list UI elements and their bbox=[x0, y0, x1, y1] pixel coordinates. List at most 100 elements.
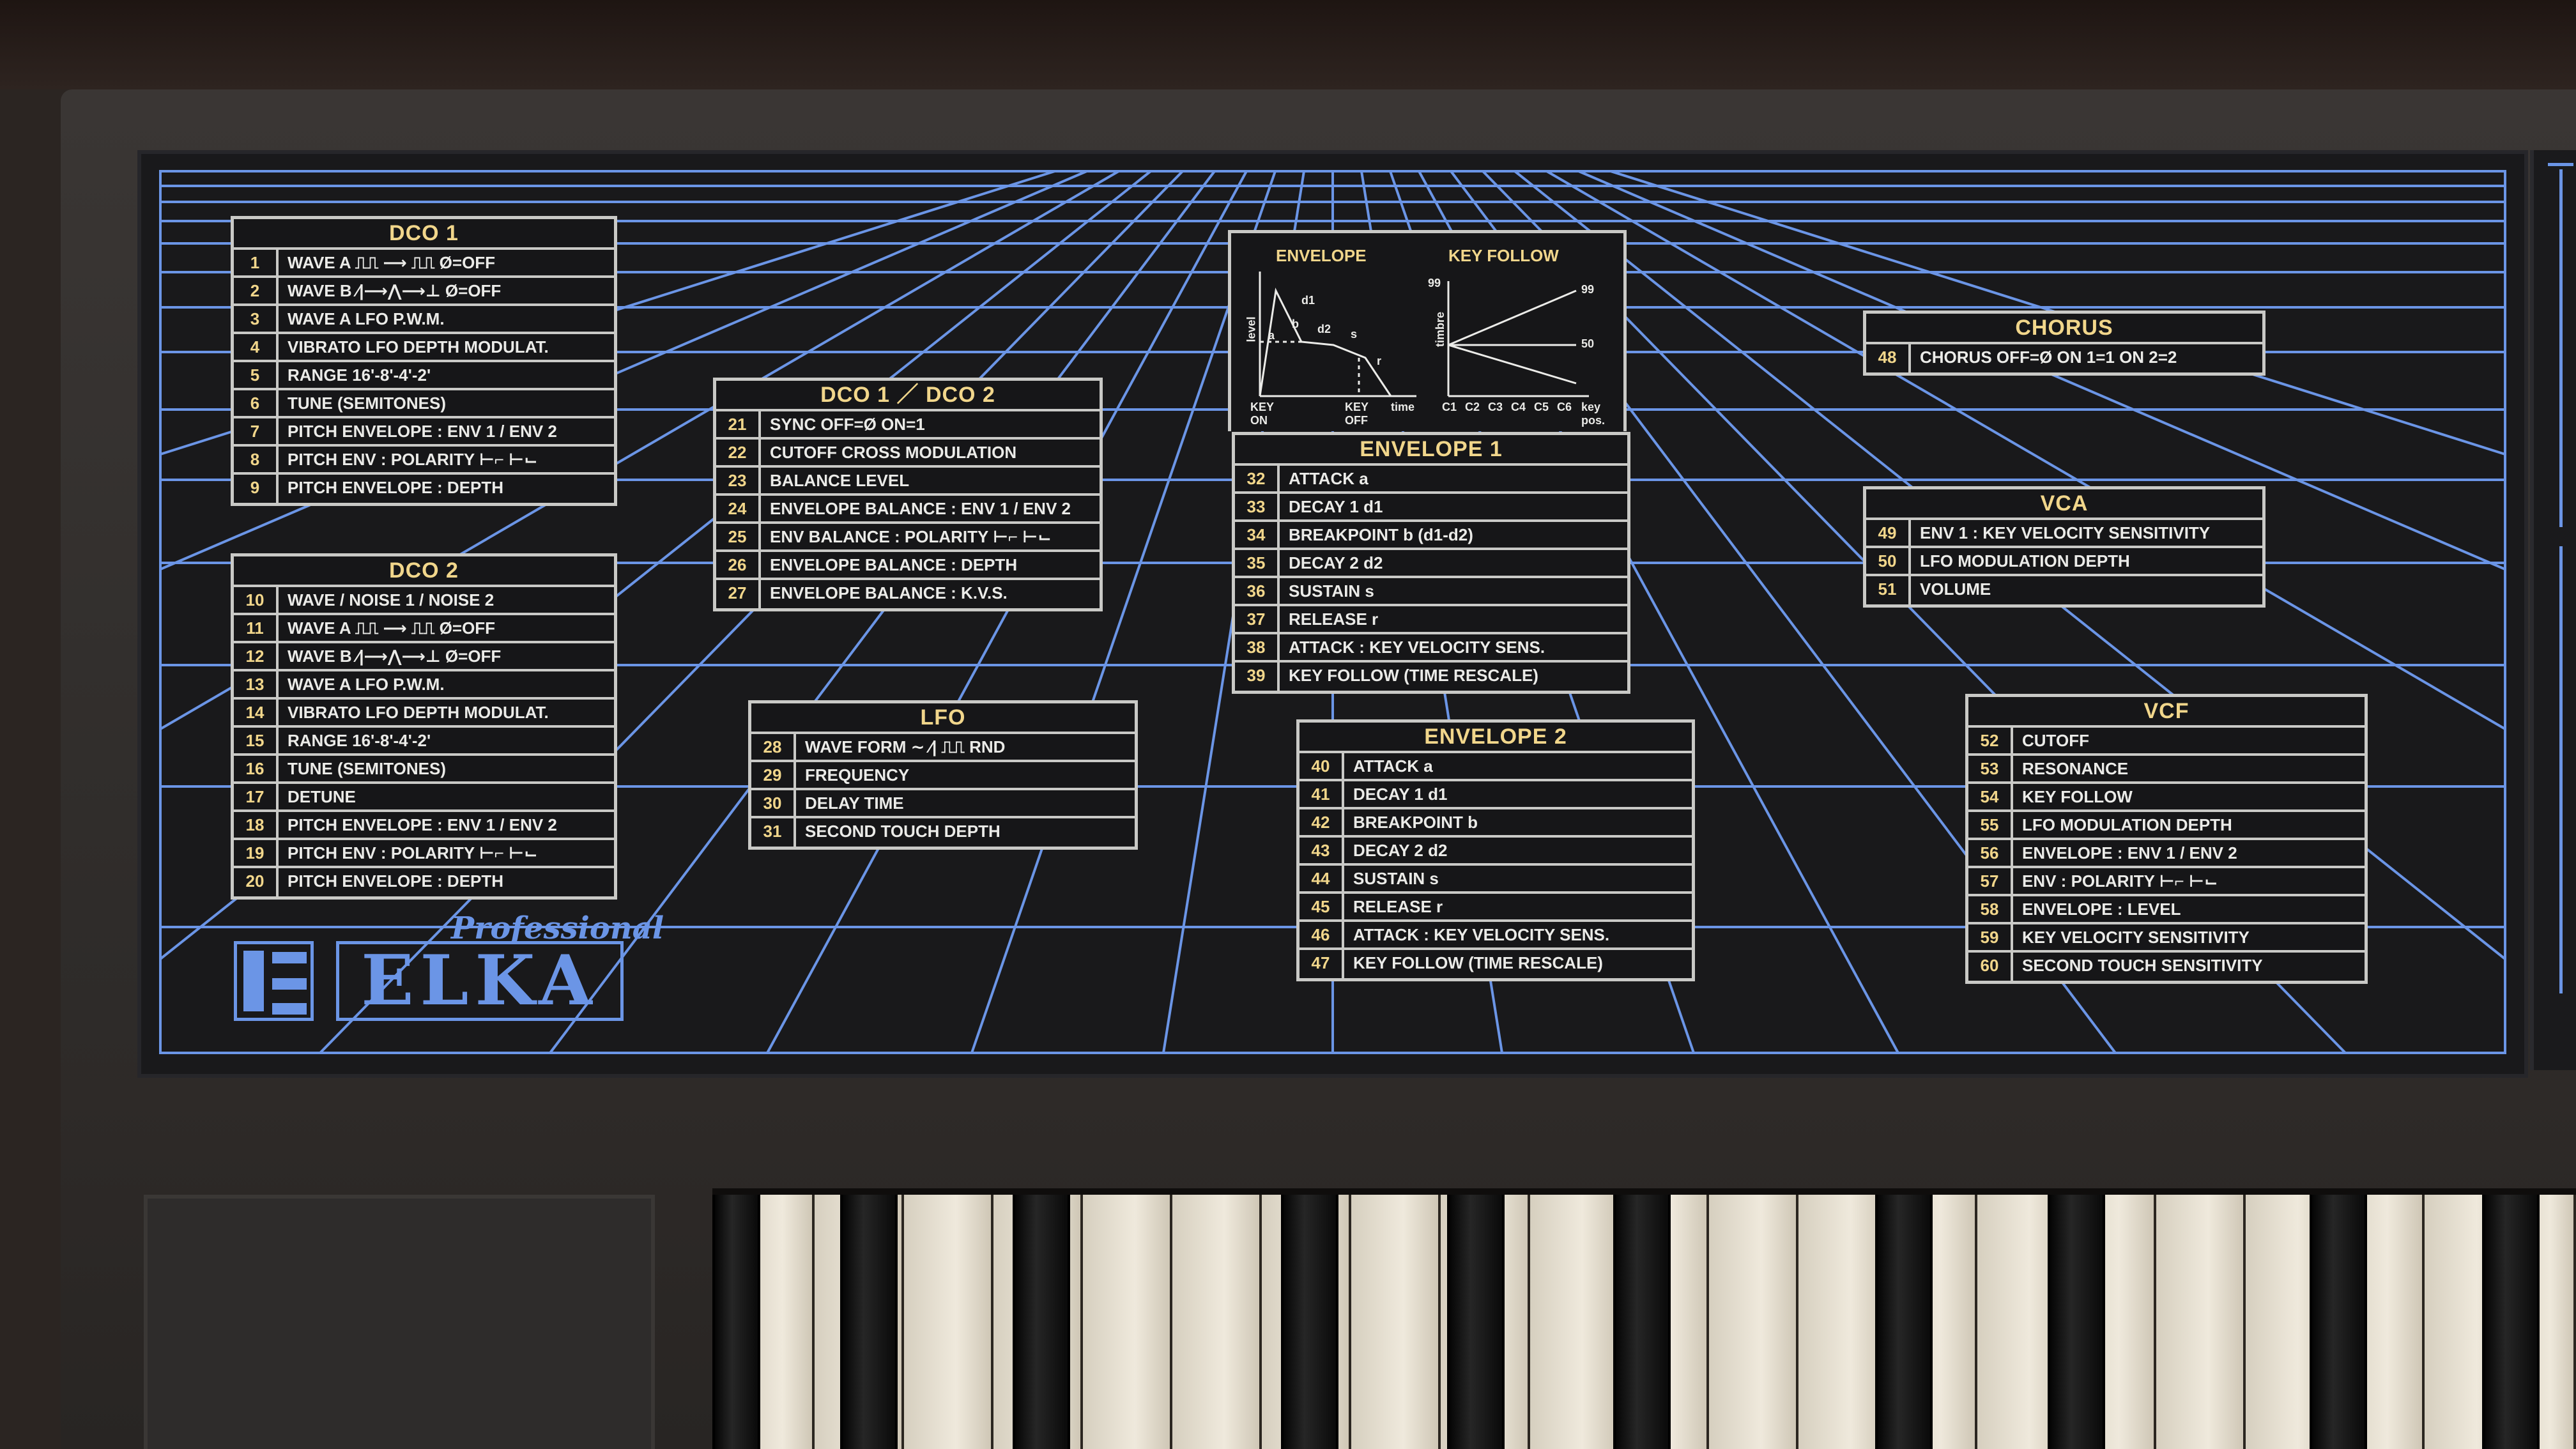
param-number: 49 bbox=[1866, 520, 1911, 546]
param-row: 12 WAVE B ⁄|⟶⋀⟶⊥ Ø=OFF bbox=[234, 643, 614, 671]
param-number: 43 bbox=[1300, 838, 1344, 863]
param-row: 9 PITCH ENVELOPE : DEPTH bbox=[234, 475, 614, 503]
param-number: 20 bbox=[234, 868, 279, 896]
white-key[interactable] bbox=[1172, 1195, 1262, 1449]
param-label: SECOND TOUCH DEPTH bbox=[805, 822, 1000, 841]
param-row: 18 PITCH ENVELOPE : ENV 1 / ENV 2 bbox=[234, 812, 614, 840]
black-key[interactable] bbox=[840, 1195, 898, 1449]
envelope-graph: ENVELOPE KEY FOLLOW level time timbre KE… bbox=[1228, 230, 1627, 431]
param-row: 36 SUSTAIN s bbox=[1235, 578, 1627, 606]
param-number: 58 bbox=[1968, 896, 2013, 922]
param-row: 2 WAVE B ⁄|⟶⋀⟶⊥ Ø=OFF bbox=[234, 278, 614, 306]
param-label: LFO MODULATION DEPTH bbox=[1920, 551, 2130, 571]
key-pos-label: key pos. bbox=[1581, 401, 1606, 427]
param-number: 13 bbox=[234, 671, 279, 697]
param-number: 48 bbox=[1866, 344, 1911, 372]
param-row: 39 KEY FOLLOW (TIME RESCALE) bbox=[1235, 663, 1627, 691]
param-label: ENV 1 : KEY VELOCITY SENSITIVITY bbox=[1920, 523, 2211, 542]
param-number: 2 bbox=[234, 278, 279, 303]
timbre-99-label: 99 bbox=[1428, 277, 1441, 289]
param-number: 19 bbox=[234, 840, 279, 866]
param-label: WAVE A LFO P.W.M. bbox=[288, 675, 445, 694]
black-key[interactable] bbox=[1281, 1195, 1338, 1449]
vcf-title: VCF bbox=[1968, 697, 2365, 728]
param-label: ATTACK a bbox=[1353, 756, 1433, 776]
param-number: 15 bbox=[234, 728, 279, 753]
param-label: ENV : POLARITY ⊢⌐ ⊢⌙ bbox=[2022, 871, 2218, 891]
param-row: 8 PITCH ENV : POLARITY ⊢⌐ ⊢⌙ bbox=[234, 447, 614, 475]
black-key[interactable] bbox=[2310, 1195, 2367, 1449]
param-number: 41 bbox=[1300, 781, 1344, 807]
white-key[interactable] bbox=[904, 1195, 993, 1449]
param-label: DELAY TIME bbox=[805, 793, 904, 813]
param-number: 57 bbox=[1968, 868, 2013, 894]
param-label: FREQUENCY bbox=[805, 765, 910, 785]
black-key[interactable] bbox=[2048, 1195, 2105, 1449]
param-number: 53 bbox=[1968, 756, 2013, 781]
param-number: 16 bbox=[234, 756, 279, 781]
param-number: 24 bbox=[716, 496, 761, 521]
env2-title: ENVELOPE 2 bbox=[1300, 723, 1692, 753]
white-key[interactable] bbox=[1709, 1195, 1798, 1449]
param-number: 3 bbox=[234, 306, 279, 332]
param-row: 13 WAVE A LFO P.W.M. bbox=[234, 671, 614, 700]
black-key[interactable] bbox=[1875, 1195, 1933, 1449]
param-number: 59 bbox=[1968, 924, 2013, 950]
param-row: 3 WAVE A LFO P.W.M. bbox=[234, 306, 614, 334]
dco12-title: DCO 1 ／ DCO 2 bbox=[716, 381, 1100, 411]
param-row: 54 KEY FOLLOW bbox=[1968, 784, 2365, 812]
param-row: 45 RELEASE r bbox=[1300, 894, 1692, 922]
param-row: 60 SECOND TOUCH SENSITIVITY bbox=[1968, 953, 2365, 981]
black-key[interactable] bbox=[1013, 1195, 1070, 1449]
param-number: 47 bbox=[1300, 950, 1344, 978]
param-label: BREAKPOINT b (d1-d2) bbox=[1289, 525, 1473, 544]
param-row: 56 ENVELOPE : ENV 1 / ENV 2 bbox=[1968, 840, 2365, 868]
white-key[interactable] bbox=[1351, 1195, 1441, 1449]
white-key[interactable] bbox=[1798, 1195, 1888, 1449]
param-row: 23 BALANCE LEVEL bbox=[716, 468, 1100, 496]
keyboard[interactable] bbox=[712, 1188, 2576, 1449]
black-key[interactable] bbox=[2482, 1195, 2540, 1449]
param-number: 51 bbox=[1866, 576, 1911, 604]
param-row: 34 BREAKPOINT b (d1-d2) bbox=[1235, 522, 1627, 550]
time-axis: time bbox=[1391, 401, 1415, 413]
level-axis: level bbox=[1245, 316, 1258, 342]
param-label: ENVELOPE BALANCE : K.V.S. bbox=[770, 583, 1008, 602]
param-label: VOLUME bbox=[1920, 579, 1991, 599]
param-row: 46 ATTACK : KEY VELOCITY SENS. bbox=[1300, 922, 1692, 950]
param-label: WAVE A ⎍⎍ ⟶ ⎍⎍ Ø=OFF bbox=[288, 253, 496, 272]
param-row: 25 ENV BALANCE : POLARITY ⊢⌐ ⊢⌙ bbox=[716, 524, 1100, 552]
param-row: 44 SUSTAIN s bbox=[1300, 866, 1692, 894]
vcf-section: VCF 52 CUTOFF 53 RESONANCE 54 KEY FOLLOW 55 LFO… bbox=[1965, 694, 2368, 984]
param-number: 29 bbox=[751, 762, 796, 788]
param-label: ENV BALANCE : POLARITY ⊢⌐ ⊢⌙ bbox=[770, 527, 1052, 546]
param-number: 33 bbox=[1235, 494, 1280, 519]
param-row: 50 LFO MODULATION DEPTH bbox=[1866, 548, 2262, 576]
black-key[interactable] bbox=[1447, 1195, 1505, 1449]
param-label: KEY FOLLOW bbox=[2022, 787, 2133, 806]
white-key[interactable] bbox=[1083, 1195, 1172, 1449]
black-key[interactable] bbox=[1613, 1195, 1671, 1449]
param-number: 34 bbox=[1235, 522, 1280, 548]
param-number: 27 bbox=[716, 580, 761, 608]
param-label: ATTACK : KEY VELOCITY SENS. bbox=[1353, 925, 1610, 944]
param-number: 6 bbox=[234, 390, 279, 416]
param-number: 14 bbox=[234, 700, 279, 725]
chorus-section: CHORUS 48 CHORUS OFF=Ø ON 1=1 ON 2=2 bbox=[1863, 310, 2266, 376]
next-panel-edge bbox=[2530, 150, 2576, 1070]
param-row: 37 RELEASE r bbox=[1235, 606, 1627, 634]
param-label: SUSTAIN s bbox=[1353, 869, 1439, 888]
background-wood bbox=[0, 0, 2576, 89]
left-control-pad[interactable] bbox=[144, 1195, 655, 1449]
black-key[interactable] bbox=[712, 1195, 760, 1449]
param-number: 21 bbox=[716, 411, 761, 437]
white-key[interactable] bbox=[1530, 1195, 1620, 1449]
param-label: TUNE (SEMITONES) bbox=[288, 394, 446, 413]
dco1-section: DCO 1 1 WAVE A ⎍⎍ ⟶ ⎍⎍ Ø=OFF 2 WAVE B ⁄|⟶⋀⟶… bbox=[231, 216, 617, 506]
param-row: 7 PITCH ENVELOPE : ENV 1 / ENV 2 bbox=[234, 418, 614, 447]
white-key[interactable] bbox=[2156, 1195, 2246, 1449]
param-label: DECAY 2 d2 bbox=[1353, 841, 1448, 860]
param-row: 53 RESONANCE bbox=[1968, 756, 2365, 784]
param-number: 4 bbox=[234, 334, 279, 360]
param-row: 42 BREAKPOINT b bbox=[1300, 809, 1692, 838]
